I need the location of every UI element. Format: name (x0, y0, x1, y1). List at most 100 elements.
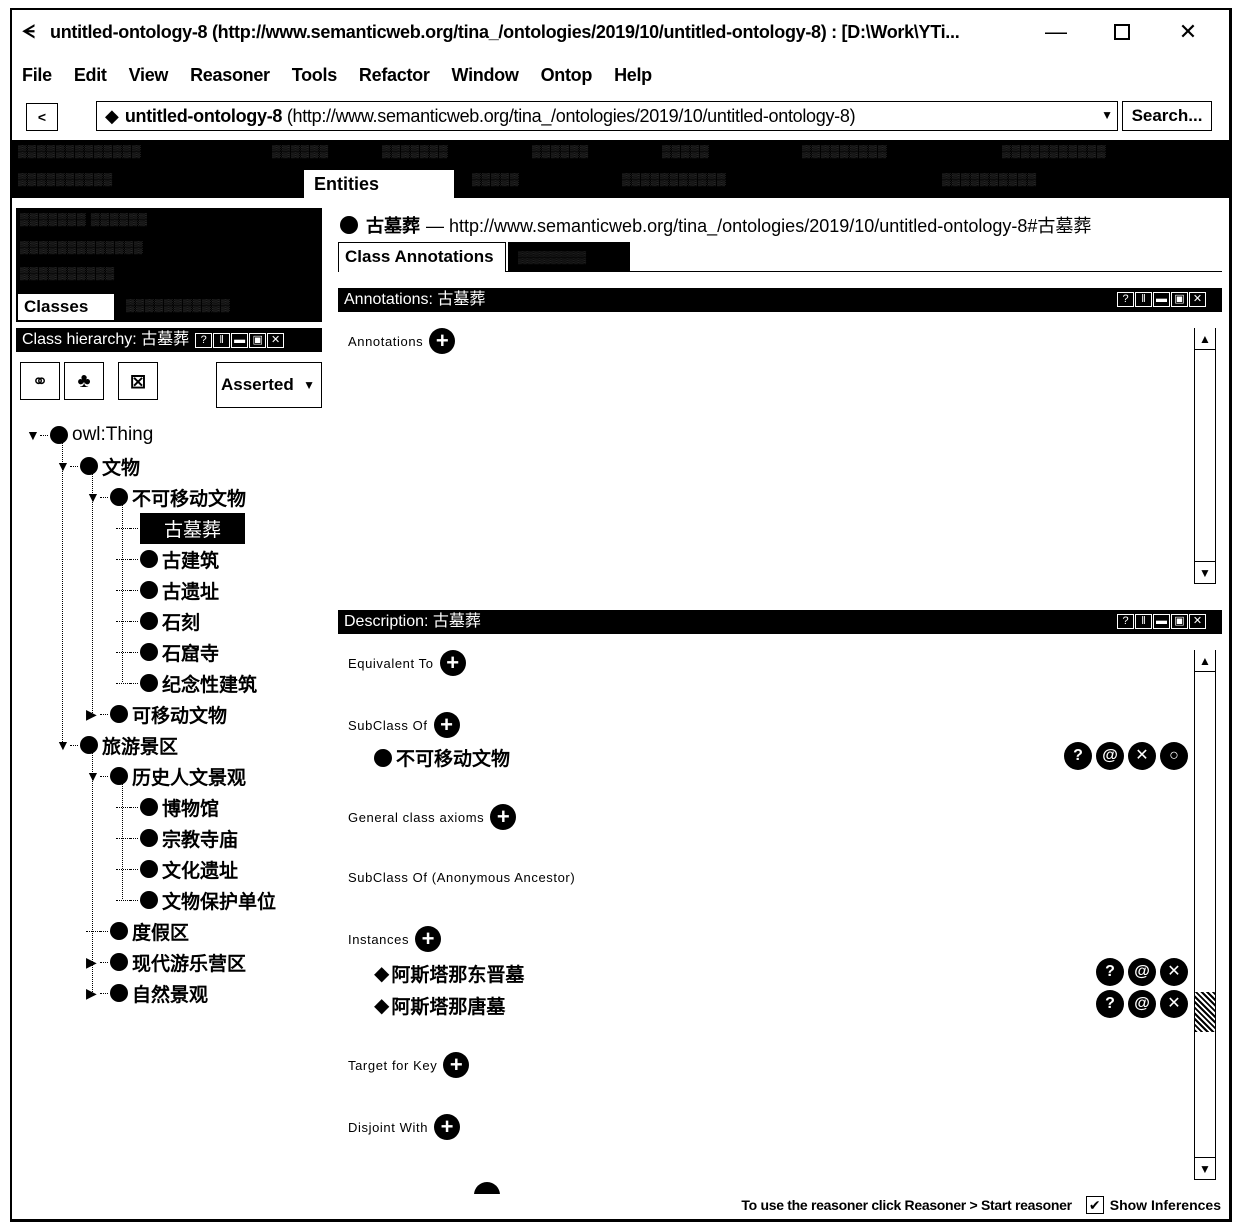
close-view-icon[interactable]: ✕ (1189, 614, 1206, 629)
tab-obscured[interactable]: ▒▒▒▒▒ (662, 144, 742, 164)
ontology-selector[interactable]: ◆ untitled-ontology-8 (http://www.semant… (96, 101, 1118, 131)
add-disjoint-button[interactable]: + (434, 1114, 461, 1140)
add-superclass-button[interactable]: + (433, 712, 460, 738)
split-view-icon[interactable]: ‖ (1135, 614, 1152, 629)
annotate-icon[interactable]: @ (1128, 990, 1156, 1018)
expand-toggle-icon[interactable]: ▼ (56, 737, 70, 753)
scroll-up-icon[interactable]: ▲ (1195, 328, 1215, 350)
help-view-icon[interactable]: ? (195, 332, 213, 348)
instance-item[interactable]: ◆ 阿斯塔那唐墓 (374, 992, 505, 1019)
annotate-icon[interactable]: @ (1096, 742, 1124, 770)
menu-file[interactable]: File (22, 65, 52, 86)
add-equivalent-button[interactable]: + (439, 650, 466, 676)
tab-obscured[interactable]: ▒▒▒▒▒ (472, 172, 542, 192)
tab-obscured[interactable]: ▒▒▒▒▒▒▒▒▒▒ (18, 172, 168, 192)
tab-obscured[interactable]: ▒▒▒▒▒▒▒▒▒▒▒ (622, 172, 782, 192)
collapse-toggle-icon[interactable]: ▶ (86, 954, 100, 971)
menu-tools[interactable]: Tools (292, 65, 337, 86)
tree-node[interactable]: ▶ 自然景观 (86, 978, 208, 1008)
minimize-button[interactable]: — (1023, 10, 1089, 54)
tree-node[interactable]: 文化遗址 (116, 854, 238, 884)
scroll-up-icon[interactable]: ▲ (1195, 650, 1215, 672)
tab-obscured[interactable]: ▒▒▒▒▒▒▒▒▒▒▒▒▒ (18, 144, 188, 164)
tab-entities[interactable]: Entities (304, 170, 454, 198)
edit-icon[interactable]: ○ (1160, 742, 1188, 770)
explain-icon[interactable]: ? (1096, 958, 1124, 986)
search-button[interactable]: Search... (1122, 101, 1212, 131)
menu-window[interactable]: Window (452, 65, 519, 86)
tab-classes[interactable]: Classes (18, 294, 114, 320)
tab-obscured[interactable]: ▒▒▒▒▒▒▒▒▒▒ (20, 266, 115, 280)
explain-icon[interactable]: ? (1096, 990, 1124, 1018)
close-button[interactable]: ✕ (1155, 10, 1221, 54)
instance-item[interactable]: ◆ 阿斯塔那东晋墓 (374, 960, 524, 987)
add-instance-button[interactable]: + (415, 926, 442, 952)
expand-toggle-icon[interactable]: ▼ (86, 489, 100, 505)
help-view-icon[interactable]: ? (1117, 614, 1134, 629)
split-view-icon[interactable]: ‖ (1135, 292, 1152, 307)
tree-node[interactable]: ▶ 现代游乐营区 (86, 947, 246, 977)
maximize-button[interactable] (1089, 10, 1155, 54)
tree-node[interactable]: ▼ 文物 (56, 451, 140, 481)
menu-view[interactable]: View (129, 65, 169, 86)
tree-node[interactable]: 文物保护单位 (116, 885, 276, 915)
tab-obscured[interactable]: ▒▒▒▒▒▒▒▒▒▒ (942, 172, 1082, 192)
tree-node[interactable]: 纪念性建筑 (116, 668, 257, 698)
tab-obscured[interactable]: ▒▒▒▒▒▒▒▒ (508, 242, 630, 272)
tab-obscured[interactable]: ▒▒▒▒▒▒▒ (382, 144, 482, 164)
show-inferences-checkbox[interactable]: ✔ (1085, 1196, 1104, 1214)
scroll-thumb[interactable] (1195, 992, 1215, 1033)
minimize-view-icon[interactable]: ▬ (231, 332, 249, 348)
tree-node[interactable]: 博物馆 (116, 792, 219, 822)
tab-obscured[interactable]: ▒▒▒▒▒▒▒▒▒▒▒ (1002, 144, 1162, 164)
float-view-icon[interactable]: ▣ (1171, 292, 1188, 307)
tree-node[interactable]: 宗教寺庙 (116, 823, 238, 853)
tab-obscured[interactable]: ▒▒▒▒▒▒ (532, 144, 622, 164)
delete-icon[interactable]: ✕ (1128, 742, 1156, 770)
subclass-item[interactable]: 不可移动文物 (374, 744, 510, 771)
help-view-icon[interactable]: ? (1117, 292, 1134, 307)
expand-toggle-icon[interactable]: ▼ (86, 768, 100, 784)
delete-icon[interactable]: ✕ (1160, 990, 1188, 1018)
tree-node[interactable]: 石刻 (116, 606, 200, 636)
scroll-down-icon[interactable]: ▼ (1195, 561, 1215, 583)
tab-obscured[interactable]: ▒▒▒▒▒▒▒ ▒▒▒▒▒▒ (20, 212, 148, 226)
menu-ontop[interactable]: Ontop (541, 65, 593, 86)
add-sibling-button[interactable]: ♣ (64, 362, 104, 400)
tab-obscured[interactable]: ▒▒▒▒▒▒ (272, 144, 352, 164)
tree-node[interactable]: 度假区 (86, 916, 189, 946)
add-key-button[interactable]: + (443, 1052, 470, 1078)
tree-node[interactable]: 石窟寺 (116, 637, 219, 667)
scroll-down-icon[interactable]: ▼ (1195, 1157, 1215, 1179)
float-view-icon[interactable]: ▣ (1171, 614, 1188, 629)
minimize-view-icon[interactable]: ▬ (1153, 614, 1170, 629)
tab-obscured[interactable]: ▒▒▒▒▒▒▒▒▒▒▒▒▒ (20, 240, 144, 254)
menu-refactor[interactable]: Refactor (359, 65, 430, 86)
tree-node[interactable]: ▼ 历史人文景观 (86, 761, 246, 791)
tab-class-annotations[interactable]: Class Annotations (338, 242, 506, 272)
tree-node[interactable]: ▼ owl:Thing (26, 420, 153, 450)
add-general-axiom-button[interactable]: + (490, 804, 517, 830)
tab-obscured[interactable]: ▒▒▒▒▒▒▒▒▒ (802, 144, 932, 164)
collapse-toggle-icon[interactable]: ▶ (86, 985, 100, 1002)
minimize-view-icon[interactable]: ▬ (1153, 292, 1170, 307)
tree-node[interactable]: ▼ 旅游景区 (56, 730, 178, 760)
tree-node[interactable]: 古墓葬 (116, 512, 246, 544)
tree-node[interactable]: 古遗址 (116, 575, 219, 605)
tab-obscured[interactable]: ▒▒▒▒▒▒▒▒▒▒▒ (126, 298, 231, 312)
delete-class-button[interactable]: ⊠ (118, 362, 158, 400)
tree-node[interactable]: ▶ 可移动文物 (86, 699, 227, 729)
add-subclass-button[interactable]: ⚭ (20, 362, 60, 400)
expand-toggle-icon[interactable]: ▼ (26, 427, 40, 443)
close-view-icon[interactable]: ✕ (1189, 292, 1206, 307)
annotate-icon[interactable]: @ (1128, 958, 1156, 986)
tree-node[interactable]: ▼ 不可移动文物 (86, 482, 246, 512)
add-button-partially-visible[interactable] (474, 1182, 500, 1194)
hierarchy-mode-dropdown[interactable]: Asserted ▼ (216, 362, 322, 408)
description-scrollbar[interactable]: ▲ ▼ (1194, 650, 1216, 1180)
close-view-icon[interactable]: ✕ (267, 332, 285, 348)
add-annotation-button[interactable]: + (429, 328, 456, 354)
split-view-icon[interactable]: ‖ (213, 332, 231, 348)
menu-edit[interactable]: Edit (74, 65, 107, 86)
collapse-toggle-icon[interactable]: ▶ (86, 706, 100, 723)
